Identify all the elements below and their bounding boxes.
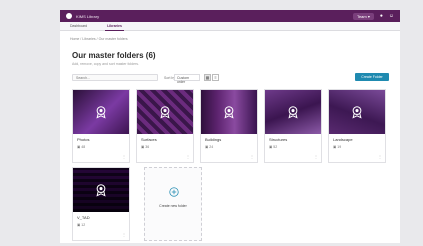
folder-thumbnail <box>201 90 257 134</box>
folder-card-buildings[interactable]: Buildings ▣ 24 ⋮ <box>200 89 258 163</box>
folder-card-structures[interactable]: Structures ▣ 52 ⋮ <box>264 89 322 163</box>
list-view-button[interactable]: ≡ <box>212 74 219 81</box>
folder-thumbnail <box>137 90 193 134</box>
more-options-icon[interactable]: ⋮ <box>378 154 382 159</box>
folder-count: ▣ 36 <box>141 145 150 149</box>
tab-dashboard[interactable]: Dashboard <box>68 22 89 30</box>
breadcrumb: Home / Libraries / Our master folders <box>70 37 128 41</box>
plus-circle-icon <box>169 187 179 197</box>
award-icon <box>224 106 234 119</box>
folder-count: ▣ 24 <box>205 145 214 149</box>
tab-libraries[interactable]: Libraries <box>105 22 124 31</box>
folder-name: Buildings <box>205 137 222 142</box>
award-icon <box>352 106 362 119</box>
app-title: KIMS Library <box>76 13 100 19</box>
more-options-icon[interactable]: ⋮ <box>122 232 126 237</box>
more-options-icon[interactable]: ⋮ <box>122 154 126 159</box>
top-bar: KIMS Library Team ▾ ● ☺ <box>60 10 400 22</box>
sort-select[interactable]: Custom order <box>174 74 200 84</box>
folder-card-landscape[interactable]: Landscape ▣ 19 ⋮ <box>328 89 386 163</box>
more-options-icon[interactable]: ⋮ <box>186 154 190 159</box>
create-folder-button[interactable]: Create Folder <box>355 73 389 81</box>
award-icon <box>96 106 106 119</box>
user-icon[interactable]: ☺ <box>389 13 394 19</box>
folder-thumbnail <box>265 90 321 134</box>
search-input[interactable] <box>72 74 158 81</box>
more-options-icon[interactable]: ⋮ <box>314 154 318 159</box>
sub-navigation: Dashboard Libraries <box>60 22 400 31</box>
topbar-actions: Team ▾ ● ☺ <box>352 12 394 20</box>
team-menu-button[interactable]: Team ▾ <box>352 12 374 20</box>
folder-card-surfaces[interactable]: Surfaces ▣ 36 ⋮ <box>136 89 194 163</box>
folder-name: Landscape <box>333 137 353 142</box>
folder-count: ▣ 48 <box>77 145 86 149</box>
folder-name: Structures <box>269 137 288 142</box>
page-title: Our master folders (6) <box>72 51 156 60</box>
more-options-icon[interactable]: ⋮ <box>250 154 254 159</box>
folder-count: ▣ 19 <box>333 145 342 149</box>
main-content: Home / Libraries / Our master folders Ou… <box>60 31 400 243</box>
grid-view-button[interactable]: ▦ <box>204 74 211 81</box>
folder-name: Surfaces <box>141 137 157 142</box>
folder-name: Photos <box>77 137 90 142</box>
folder-count: ▣ 52 <box>269 145 278 149</box>
create-folder-card[interactable]: Create new folder <box>144 167 202 241</box>
app-logo-icon[interactable] <box>66 13 72 19</box>
award-icon <box>288 106 298 119</box>
notification-icon[interactable]: ● <box>380 13 383 19</box>
folder-thumbnail <box>73 90 129 134</box>
create-folder-label: Create new folder <box>159 204 187 208</box>
folder-card-photos[interactable]: Photos ▣ 48 ⋮ <box>72 89 130 163</box>
award-icon <box>96 184 106 197</box>
page-description: Add, remove, copy and sort master folder… <box>72 62 139 66</box>
award-icon <box>160 106 170 119</box>
folder-thumbnail <box>73 168 129 212</box>
folder-card-vtad[interactable]: V_TAD ▣ 12 ⋮ <box>72 167 130 241</box>
folder-name: V_TAD <box>77 215 90 220</box>
folder-count: ▣ 12 <box>77 223 86 227</box>
folder-thumbnail <box>329 90 385 134</box>
